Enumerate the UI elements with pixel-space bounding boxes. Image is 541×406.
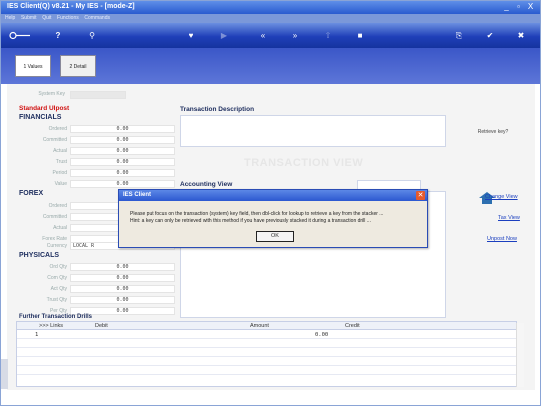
minimize-button[interactable]: _	[501, 2, 512, 12]
actual-field[interactable]: 0.00	[70, 147, 175, 155]
ord-qty-label: Ord Qty	[49, 264, 67, 270]
col-links[interactable]: >>> Links	[39, 323, 63, 329]
help-icon[interactable]: ?	[53, 31, 63, 40]
ordered-label: Ordered	[48, 126, 67, 132]
currency-label: Currency	[46, 243, 67, 249]
ok-button[interactable]: OK	[256, 231, 294, 242]
act-qty-label: Act Qty	[50, 286, 67, 292]
value-label: Value	[54, 181, 67, 187]
committed-field[interactable]: 0.00	[70, 136, 175, 144]
tab-strip: 1 Values 2 Detail	[1, 48, 540, 84]
trust-label: Trust	[55, 159, 67, 165]
ord-qty-field[interactable]: 0.00	[70, 263, 175, 271]
search-icon[interactable]: ⚲	[87, 31, 97, 40]
side-status-strip	[1, 359, 8, 389]
check-icon[interactable]: ✔	[485, 31, 495, 40]
dialog-message-line2: Hint: a key can only be retrieved with t…	[130, 218, 371, 224]
change-view-link[interactable]: Change View	[485, 194, 518, 200]
system-key-label: System Key	[38, 91, 65, 97]
toolbar: ? ⚲ ♥ ▶ « » ⇧ ■ ⎘ ✔ ✖	[1, 23, 540, 48]
key-icon[interactable]	[9, 31, 31, 40]
ordered-field[interactable]: 0.00	[70, 125, 175, 133]
back-icon[interactable]: ▶	[219, 31, 229, 40]
transaction-description-label: Transaction Description	[180, 106, 255, 113]
close-window-button[interactable]: X	[525, 2, 536, 12]
menu-help[interactable]: Help	[5, 14, 15, 23]
transaction-view-watermark: TRANSACTION VIEW	[244, 157, 364, 169]
export-icon[interactable]: ⇧	[323, 31, 333, 40]
transaction-description-field[interactable]	[180, 115, 446, 147]
stop-icon[interactable]: ■	[355, 31, 365, 40]
period-label: Period	[52, 170, 67, 176]
grid-header: >>> Links Debit Amount Credit	[17, 322, 516, 330]
retrieve-key-label[interactable]: Retrieve key?	[468, 129, 518, 135]
table-row[interactable]	[17, 358, 516, 366]
menu-functions[interactable]: Functions	[57, 14, 79, 23]
forex-committed-label: Committed	[42, 214, 67, 220]
col-amount[interactable]: Amount	[250, 323, 269, 329]
row-index: 1	[35, 332, 39, 338]
financials-title: FINANCIALS	[19, 114, 62, 121]
table-row[interactable]	[17, 349, 516, 357]
dialog-close-button[interactable]: ✕	[416, 191, 425, 200]
trust-qty-label: Trust Qty	[46, 297, 67, 303]
further-drills-title: Further Transaction Drills	[19, 314, 93, 320]
menu-submit[interactable]: Submit	[21, 14, 37, 23]
tab-detail[interactable]: 2 Detail	[60, 55, 96, 77]
forex-actual-label: Actual	[53, 225, 67, 231]
dialog-message-line1: Please put focus on the transaction (sys…	[130, 211, 384, 217]
accounting-view-label: Accounting View	[180, 181, 233, 188]
forward-icon[interactable]: »	[289, 31, 301, 40]
message-dialog: IES Client ✕ Please put focus on the tra…	[118, 189, 428, 248]
com-qty-field[interactable]: 0.00	[70, 274, 175, 282]
unpost-now-link[interactable]: Unpost Now	[487, 236, 517, 242]
table-row[interactable]	[17, 367, 516, 375]
close-icon[interactable]: ✖	[516, 31, 526, 40]
period-field[interactable]: 0.00	[70, 169, 175, 177]
tab-values[interactable]: 1 Values	[15, 55, 51, 77]
forex-title: FOREX	[19, 190, 44, 197]
col-credit[interactable]: Credit	[345, 323, 360, 329]
drills-grid: >>> Links Debit Amount Credit 1 0.00	[16, 321, 517, 387]
maximize-button[interactable]: ▫	[513, 2, 524, 12]
trust-field[interactable]: 0.00	[70, 158, 175, 166]
dialog-title: IES Client	[119, 190, 427, 201]
com-qty-label: Com Qty	[47, 275, 67, 281]
menu-bar: Help Submit Quit Functions Commands	[1, 14, 540, 23]
physicals-title: PHYSICALS	[19, 252, 60, 259]
col-debit[interactable]: Debit	[95, 323, 108, 329]
trust-qty-field[interactable]: 0.00	[70, 296, 175, 304]
window-title: IES Client(Q) v8.21 - My IES - [mode-Z]	[7, 3, 135, 10]
table-row[interactable]	[17, 340, 516, 348]
forex-ordered-label: Ordered	[48, 203, 67, 209]
value-field[interactable]: 0.00	[70, 180, 175, 188]
actual-label: Actual	[53, 148, 67, 154]
table-row[interactable]: 1 0.00	[17, 331, 516, 339]
rewind-icon[interactable]: «	[257, 31, 269, 40]
title-bar: IES Client(Q) v8.21 - My IES - [mode-Z] …	[1, 1, 540, 14]
menu-commands[interactable]: Commands	[84, 14, 110, 23]
system-key-field[interactable]	[70, 91, 126, 99]
print-icon[interactable]: ⎘	[454, 31, 464, 40]
standard-uipost-label: Standard UIpost	[19, 105, 70, 112]
forex-rate-label: Forex Rate	[42, 236, 67, 242]
committed-label: Committed	[42, 137, 67, 143]
tax-view-link[interactable]: Tax View	[498, 215, 520, 221]
app-window: IES Client(Q) v8.21 - My IES - [mode-Z] …	[0, 0, 541, 406]
grid-scrollbar[interactable]	[516, 323, 524, 387]
act-qty-field[interactable]: 0.00	[70, 285, 175, 293]
row-amount: 0.00	[315, 332, 329, 338]
heart-icon[interactable]: ♥	[186, 31, 196, 40]
menu-quit[interactable]: Quit	[42, 14, 51, 23]
